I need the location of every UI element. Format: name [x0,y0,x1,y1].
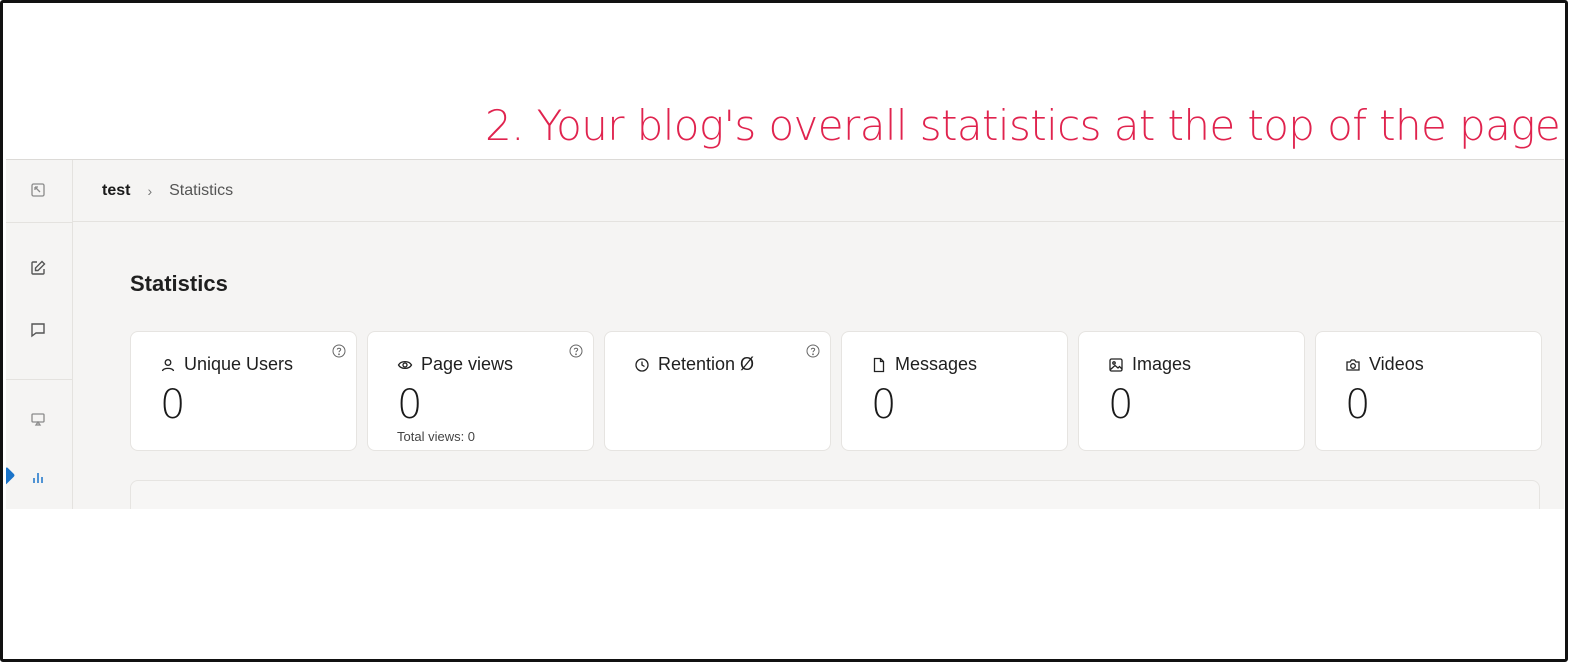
eye-icon [397,360,413,369]
stat-subtext: Total views: 0 [397,429,476,444]
user-icon [161,358,175,371]
help-icon[interactable] [332,344,346,358]
stat-card-header: Retention Ø [634,354,754,375]
stats-cards: Unique Users 0 Page views 0 Total views:… [130,331,1542,451]
breadcrumb-separator: › [147,182,153,199]
stat-value: 0 [1345,382,1371,428]
stat-value: 0 [397,382,423,428]
stat-value: 0 [871,382,897,428]
sidebar [6,160,73,509]
stat-label: Retention Ø [658,354,755,374]
camera-icon [1346,358,1360,371]
collapse-icon[interactable] [27,179,49,201]
screenshot-frame: 2. Your blog's overall statistics at the… [0,0,1568,662]
stat-label: Images [1132,354,1192,374]
stat-value: 0 [1108,382,1134,428]
stat-label: Unique Users [184,354,294,374]
stat-card-header: Images [1108,354,1191,375]
stat-card-header: Videos [1345,354,1424,375]
stat-card-page-views: Page views 0 Total views: 0 [367,331,594,451]
breadcrumb-current: Statistics [169,181,234,199]
display-icon[interactable] [27,408,49,430]
annotation-caption: 2. Your blog's overall statistics at the… [485,101,1561,150]
sidebar-divider [6,222,73,223]
help-icon[interactable] [569,344,583,358]
stat-card-videos: Videos 0 [1315,331,1542,451]
edit-icon[interactable] [27,257,49,279]
clock-icon [635,357,649,372]
stat-label: Page views [421,354,514,374]
breadcrumb-root[interactable]: test [102,182,130,200]
stat-value: 0 [160,382,186,428]
page-title: Statistics [130,271,228,296]
stat-card-header: Messages [871,354,977,375]
stat-card-messages: Messages 0 [841,331,1068,451]
app-window: test › Statistics Statistics Unique User… [6,159,1564,509]
stat-card-header: Page views [397,354,513,375]
stat-label: Messages [895,354,978,374]
stat-label: Videos [1369,354,1424,374]
sidebar-divider [6,379,73,380]
stat-card-images: Images 0 [1078,331,1305,451]
file-icon [873,357,885,372]
comment-icon[interactable] [27,319,49,341]
image-icon [1109,357,1123,372]
bar-chart-icon[interactable] [27,467,49,489]
active-nav-indicator [6,466,16,486]
help-icon[interactable] [806,344,820,358]
statistics-panel [130,480,1540,509]
stat-card-retention: Retention Ø [604,331,831,451]
breadcrumb: test › Statistics [73,160,1564,222]
stat-card-unique-users: Unique Users 0 [130,331,357,451]
stat-card-header: Unique Users [160,354,293,375]
